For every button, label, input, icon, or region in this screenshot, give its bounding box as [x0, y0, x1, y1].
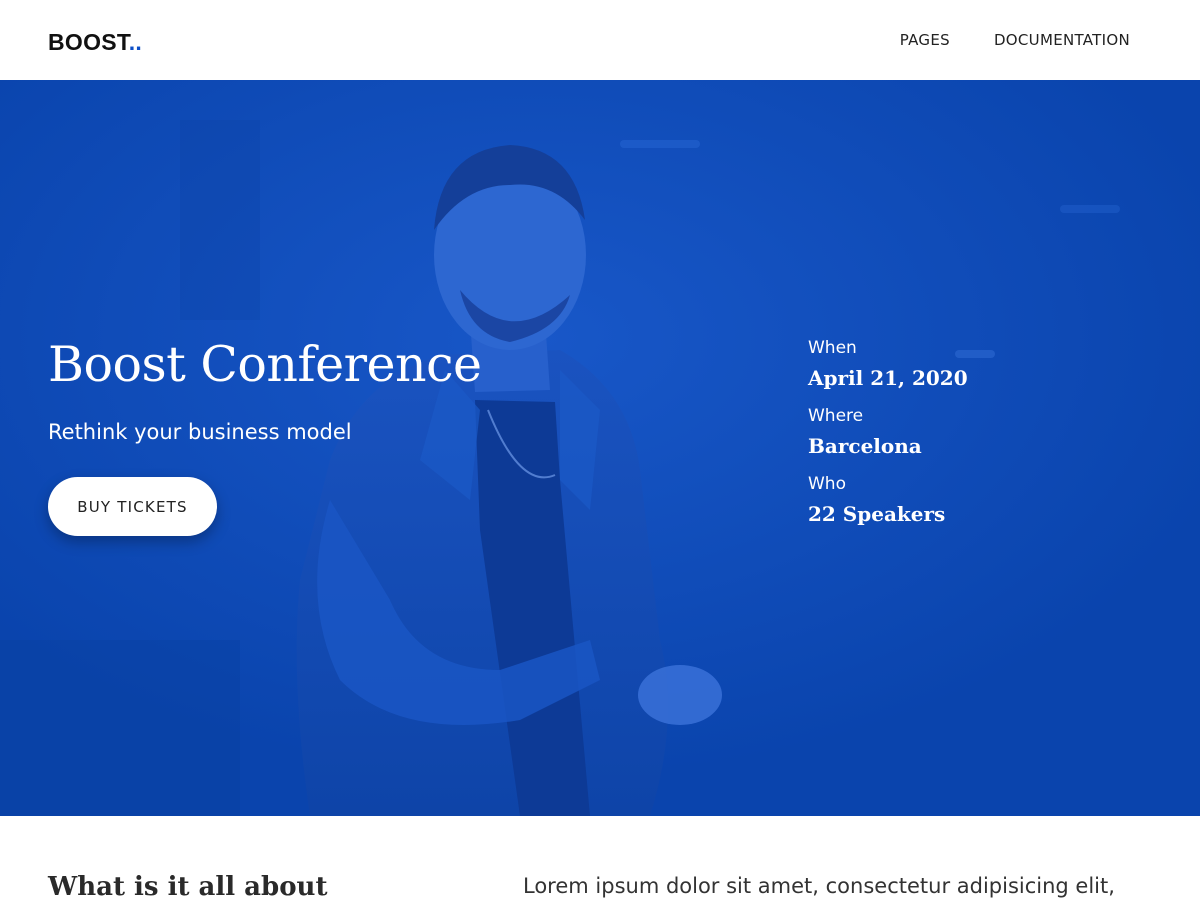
logo-text: BOOST: [48, 29, 129, 55]
section-body-text: Lorem ipsum dolor sit amet, consectetur …: [523, 874, 1115, 898]
hero-section: Boost Conference Rethink your business m…: [0, 80, 1200, 816]
event-detail-who: Who 22 Speakers: [808, 472, 968, 529]
event-detail-value: 22 Speakers: [808, 502, 946, 526]
about-section: What is it all about Lorem ipsum dolor s…: [0, 816, 1200, 900]
site-header: BOOST.. PAGES DOCUMENTATION: [0, 0, 1200, 80]
event-details: When April 21, 2020 Where Barcelona Who …: [808, 336, 968, 540]
logo[interactable]: BOOST..: [48, 28, 142, 56]
hero-subtitle: Rethink your business model: [48, 420, 352, 444]
nav-item-pages[interactable]: PAGES: [900, 29, 950, 51]
event-detail-value: April 21, 2020: [808, 366, 968, 390]
event-detail-label: Where: [808, 406, 864, 426]
buy-tickets-button[interactable]: BUY TICKETS: [48, 477, 217, 536]
page-title: Boost Conference: [48, 336, 482, 393]
section-title: What is it all about: [48, 872, 328, 900]
logo-dots: ..: [128, 29, 143, 55]
event-detail-where: Where Barcelona: [808, 404, 968, 461]
hero-speaker-photo: [0, 80, 1200, 816]
main-nav: PAGES DOCUMENTATION: [900, 29, 1130, 51]
nav-item-documentation[interactable]: DOCUMENTATION: [994, 29, 1130, 51]
event-detail-label: When: [808, 338, 857, 358]
event-detail-when: When April 21, 2020: [808, 336, 968, 393]
event-detail-label: Who: [808, 474, 846, 494]
event-detail-value: Barcelona: [808, 434, 922, 458]
